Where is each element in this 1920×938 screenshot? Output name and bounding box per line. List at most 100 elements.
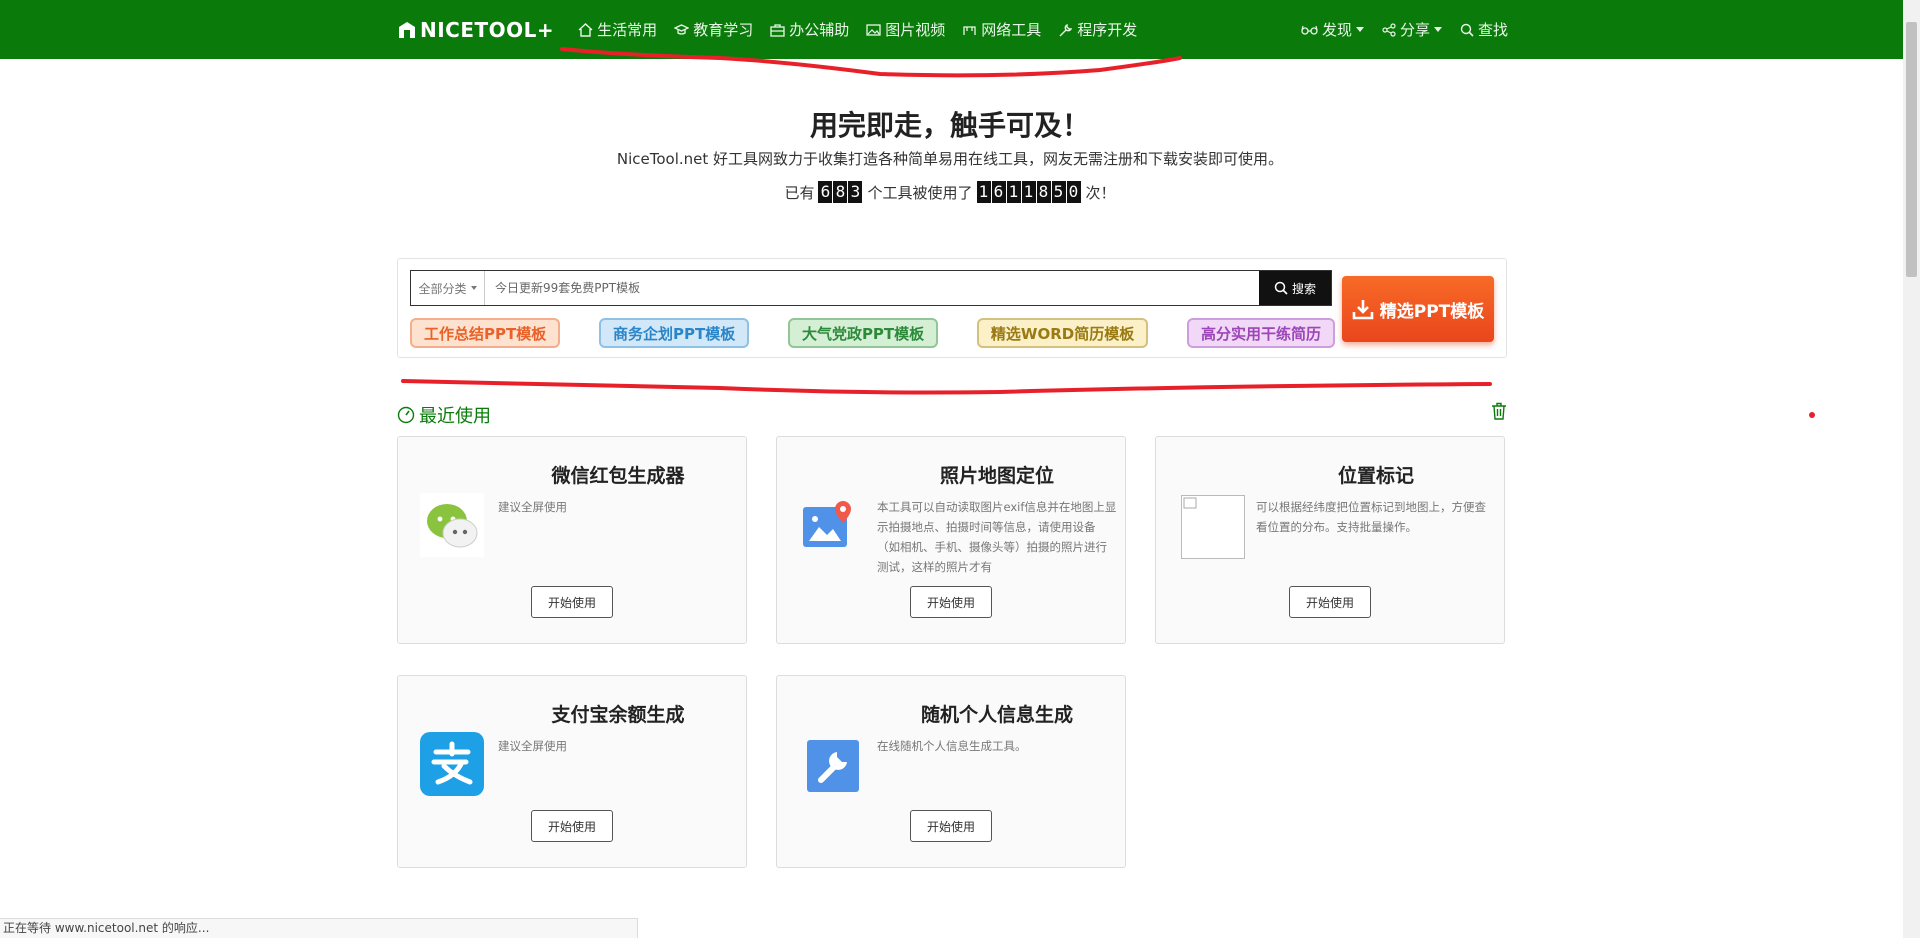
red-underline-search — [401, 379, 1492, 395]
wrench-icon — [1059, 23, 1073, 36]
search-input[interactable] — [485, 271, 1259, 305]
share-label: 分享 — [1399, 21, 1430, 39]
tool-card-photo-location[interactable]: 照片地图定位 本工具可以自动读取图片exif信息并在地图上显示拍摄地点、拍摄时间… — [776, 436, 1126, 644]
counter-digit: 8 — [833, 181, 848, 203]
tag-work-summary[interactable]: 工作总结PPT模板 — [410, 318, 561, 348]
nav-item-media[interactable]: 图片视频 — [866, 19, 945, 40]
start-button[interactable]: 开始使用 — [910, 810, 992, 842]
nav-item-label: 教育学习 — [693, 21, 754, 39]
category-label: 全部分类 — [418, 281, 467, 296]
trash-icon — [1492, 402, 1506, 420]
find-label: 查找 — [1477, 21, 1508, 39]
network-icon — [963, 25, 976, 35]
tag-row: 工作总结PPT模板 商务企划PPT模板 大气党政PPT模板 精选WORD简历模板… — [410, 318, 1335, 348]
card-description: 建议全屏使用 — [498, 500, 567, 514]
gauge-icon — [397, 406, 415, 424]
logo-text: NICETOOL+ — [420, 17, 555, 42]
card-title: 随机个人信息生成 — [920, 704, 1073, 726]
search-button[interactable]: 搜索 — [1259, 271, 1331, 305]
site-logo[interactable]: NICETOOL+ — [398, 18, 554, 42]
graduation-cap-icon — [674, 23, 690, 35]
red-dot-marker — [1809, 412, 1815, 418]
navbar-inner: NICETOOL+ 生活常用 教育学习 办公辅助 图片视频 网络工具 程序开发 … — [398, 0, 1508, 59]
card-description: 本工具可以自动读取图片exif信息并在地图上显示拍摄地点、拍摄时间等信息，请使用… — [877, 500, 1117, 574]
search-button-label: 搜索 — [1291, 281, 1316, 296]
recent-header: 最近使用 — [397, 400, 1507, 428]
alipay-icon — [420, 732, 484, 800]
card-title: 位置标记 — [1337, 465, 1414, 487]
counter-digit: 5 — [1051, 181, 1066, 203]
download-icon — [1352, 300, 1374, 320]
share-dropdown[interactable]: 分享 — [1382, 19, 1442, 40]
card-title: 支付宝余额生成 — [551, 704, 685, 726]
counter-digit: 1 — [1021, 181, 1036, 203]
vertical-scrollbar[interactable] — [1903, 0, 1920, 938]
nav-item-education[interactable]: 教育学习 — [674, 19, 753, 40]
card-title: 微信红包生成器 — [551, 465, 685, 487]
browser-status-bar: 正在等待 www.nicetool.net 的响应... — [0, 918, 638, 938]
home-icon — [578, 22, 593, 37]
tool-card-alipay-balance[interactable]: 支付宝余额生成 建议全屏使用 开始使用 — [397, 675, 747, 868]
counter-suffix: 次！ — [1085, 183, 1116, 202]
nav-item-network[interactable]: 网络工具 — [962, 19, 1041, 40]
nav-item-label: 程序开发 — [1077, 21, 1138, 39]
nav-item-label: 办公辅助 — [789, 21, 850, 39]
counter-digit: 3 — [848, 181, 863, 203]
counter-middle: 个工具被使用了 — [867, 183, 973, 202]
tool-card-location-marker[interactable]: 位置标记 可以根据经纬度把位置标记到地图上，方便查看位置的分布。支持批量操作。 … — [1155, 436, 1505, 644]
search-icon — [1274, 281, 1288, 295]
nav-item-dev[interactable]: 程序开发 — [1058, 19, 1137, 40]
card-title: 照片地图定位 — [939, 465, 1054, 487]
discover-dropdown[interactable]: 发现 — [1301, 19, 1364, 40]
nav-item-life[interactable]: 生活常用 — [578, 19, 657, 40]
category-select[interactable]: 全部分类 — [411, 271, 485, 305]
tag-word-resume[interactable]: 精选WORD简历模板 — [976, 318, 1149, 348]
tool-card-random-info[interactable]: 随机个人信息生成 在线随机个人信息生成工具。 开始使用 — [776, 675, 1126, 868]
recent-title: 最近使用 — [397, 402, 491, 428]
scrollbar-thumb[interactable] — [1906, 22, 1917, 277]
counter-digit: 1 — [1006, 181, 1021, 203]
start-button[interactable]: 开始使用 — [910, 586, 992, 618]
glasses-icon — [1301, 25, 1318, 35]
counter-digit: 0 — [1066, 181, 1081, 203]
search-icon — [1460, 23, 1474, 37]
photo-location-icon — [799, 499, 855, 559]
card-description: 在线随机个人信息生成工具。 — [877, 739, 1027, 753]
wechat-icon — [420, 493, 484, 561]
recent-title-text: 最近使用 — [419, 406, 491, 427]
tag-party-gov[interactable]: 大气党政PPT模板 — [787, 318, 939, 348]
search-panel: 全部分类 搜索 精选PPT模板 工作总结PPT模板 商务企划PPT模板 大气党政… — [397, 258, 1507, 358]
broken-image-icon — [1181, 495, 1245, 563]
counter-digit: 8 — [1036, 181, 1051, 203]
counter-digit: 6 — [818, 181, 833, 203]
use-count: 1611850 — [976, 181, 1082, 203]
briefcase-icon — [770, 23, 785, 37]
start-button[interactable]: 开始使用 — [1289, 586, 1371, 618]
start-button[interactable]: 开始使用 — [531, 586, 613, 618]
wrench-tool-icon — [807, 740, 859, 796]
tool-card-wechat-redpacket[interactable]: 微信红包生成器 建议全屏使用 开始使用 — [397, 436, 747, 644]
chevron-down-icon — [470, 286, 477, 290]
image-icon — [866, 23, 881, 36]
counter-digit: 6 — [991, 181, 1006, 203]
start-button[interactable]: 开始使用 — [531, 810, 613, 842]
tag-business-plan[interactable]: 商务企划PPT模板 — [598, 318, 750, 348]
search-bar: 全部分类 搜索 — [410, 270, 1332, 306]
ppt-template-button[interactable]: 精选PPT模板 — [1342, 276, 1494, 342]
nav-item-label: 生活常用 — [597, 21, 658, 39]
discover-label: 发现 — [1321, 21, 1352, 39]
logo-icon — [399, 21, 415, 38]
nav-menu: 生活常用 教育学习 办公辅助 图片视频 网络工具 程序开发 — [578, 19, 1154, 40]
usage-counter: 已有 683 个工具被使用了 1611850 次！ — [0, 181, 1900, 203]
counter-prefix: 已有 — [784, 183, 815, 202]
chevron-down-icon — [1355, 27, 1364, 32]
nav-item-label: 网络工具 — [981, 21, 1042, 39]
find-link[interactable]: 查找 — [1460, 19, 1508, 40]
clear-history-button[interactable] — [1491, 402, 1507, 424]
ppt-button-label: 精选PPT模板 — [1379, 301, 1485, 322]
top-navbar: NICETOOL+ 生活常用 教育学习 办公辅助 图片视频 网络工具 程序开发 … — [0, 0, 1920, 59]
tag-resume[interactable]: 高分实用干练简历 — [1186, 318, 1335, 348]
nav-right: 发现 分享 查找 — [1283, 19, 1508, 40]
nav-item-office[interactable]: 办公辅助 — [770, 19, 849, 40]
share-icon — [1382, 22, 1396, 37]
